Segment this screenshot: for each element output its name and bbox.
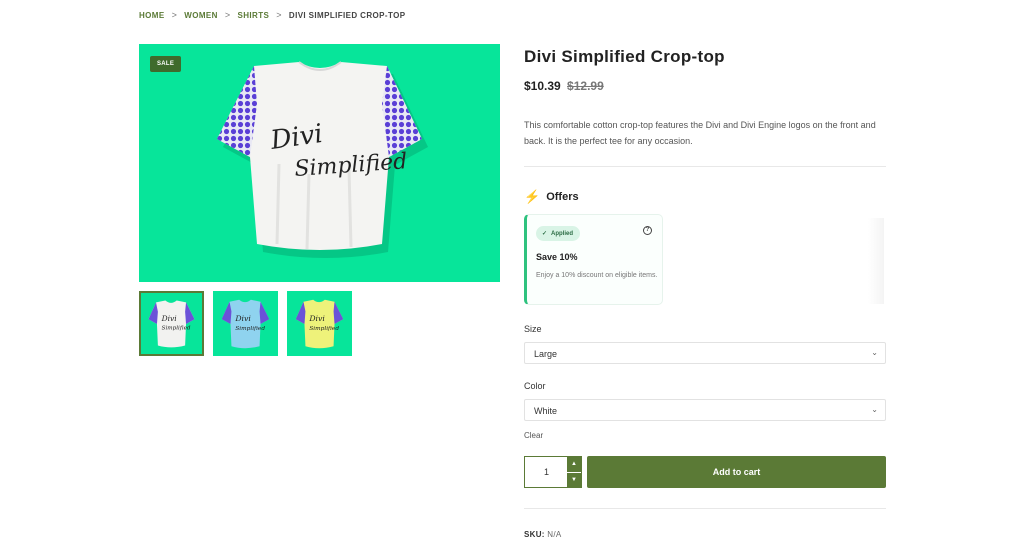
check-icon: ✓: [542, 231, 548, 237]
price-current: $10.39: [524, 79, 561, 93]
applied-label: Applied: [551, 230, 574, 237]
product-main-image[interactable]: SALE Divi Simplified: [139, 44, 500, 282]
breadcrumb-home-link[interactable]: HOME: [139, 11, 165, 20]
color-label: Color: [524, 381, 546, 391]
thumbnail-list: Divi Simplified Divi Simplified Divi Sim…: [139, 291, 352, 356]
quantity-input[interactable]: 1: [525, 457, 568, 487]
offer-title: Save 10%: [536, 252, 578, 262]
question-circle-icon[interactable]: ?: [643, 226, 652, 235]
offers-heading: ⚡ Offers: [524, 189, 579, 205]
breadcrumb: HOME > WOMEN > SHIRTS > DIVI SIMPLIFIED …: [139, 10, 405, 20]
sku: SKU: N/A: [524, 530, 562, 539]
breadcrumb-women-link[interactable]: WOMEN: [184, 11, 218, 20]
offer-subtitle: Enjoy a 10% discount on eligible items.: [536, 272, 658, 279]
thumb-print-line1: Divi: [308, 314, 325, 323]
chevron-down-icon: ⌄: [871, 348, 878, 357]
thumb-print-line1: Divi: [161, 314, 178, 323]
offers-scroll-fade: [868, 218, 884, 304]
color-select-value: White: [534, 406, 558, 416]
sale-badge: SALE: [150, 56, 182, 72]
offers-heading-label: Offers: [546, 191, 579, 203]
chevron-right-icon: >: [276, 10, 282, 20]
size-label: Size: [524, 324, 542, 334]
color-select[interactable]: White ⌄: [524, 399, 886, 421]
thumb-print-line2: Simplified: [162, 326, 191, 332]
tshirt-image: Divi Simplified: [217, 61, 428, 258]
size-select-value: Large: [534, 349, 558, 359]
lightning-icon: ⚡: [524, 189, 541, 204]
chevron-down-icon: ⌄: [871, 405, 878, 414]
price-original: $12.99: [567, 79, 604, 93]
sku-value: N/A: [547, 530, 562, 539]
thumbnail-white[interactable]: Divi Simplified: [139, 291, 204, 356]
divider: [524, 508, 886, 509]
thumbnail-blue[interactable]: Divi Simplified: [213, 291, 278, 356]
thumbnail-yellow[interactable]: Divi Simplified: [287, 291, 352, 356]
size-select[interactable]: Large ⌄: [524, 342, 886, 364]
sku-label: SKU:: [524, 530, 545, 539]
breadcrumb-shirts-link[interactable]: SHIRTS: [237, 11, 269, 20]
clear-options-link[interactable]: Clear: [524, 431, 543, 440]
applied-badge: ✓ Applied: [536, 226, 581, 241]
breadcrumb-current: DIVI SIMPLIFIED CROP-TOP: [288, 10, 406, 20]
add-to-cart-button[interactable]: Add to cart: [587, 456, 886, 488]
product-price: $10.39 $12.99: [524, 79, 604, 93]
divider: [524, 166, 886, 167]
product-title: Divi Simplified Crop-top: [524, 47, 725, 66]
chevron-down-icon[interactable]: ▼: [567, 472, 581, 487]
thumb-print-line1: Divi: [234, 314, 251, 323]
chevron-right-icon: >: [224, 10, 231, 20]
quantity-stepper: 1 ▲ ▼: [524, 456, 582, 488]
chevron-right-icon: >: [171, 10, 178, 20]
chevron-up-icon[interactable]: ▲: [567, 457, 581, 472]
offer-card[interactable]: ✓ Applied ? Save 10% Enjoy a 10% discoun…: [524, 214, 663, 305]
product-description: This comfortable cotton crop-top feature…: [524, 120, 876, 146]
thumb-print-line2: Simplified: [235, 326, 265, 332]
thumb-print-line2: Simplified: [309, 326, 339, 332]
